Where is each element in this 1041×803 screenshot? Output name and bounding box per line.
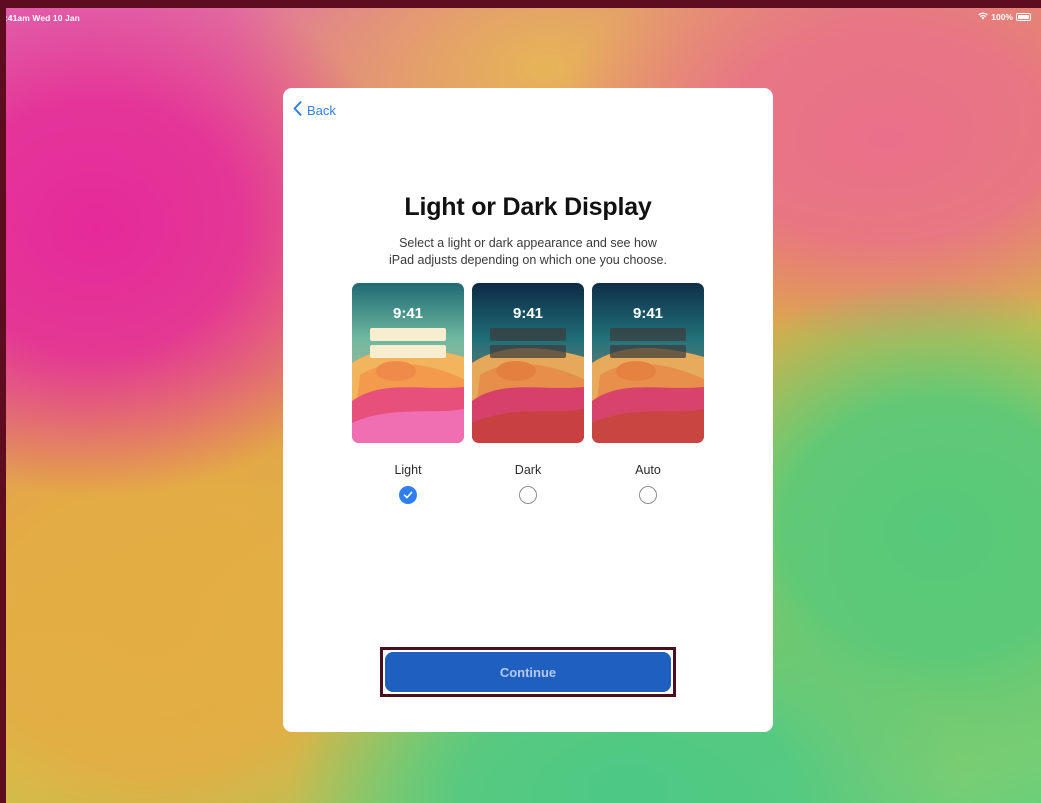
continue-button[interactable]: Continue (385, 652, 671, 692)
light-preview-widget (370, 328, 446, 341)
option-label-auto: Auto (635, 463, 661, 477)
option-label-light: Light (394, 463, 422, 477)
light-preview-image: 9:41 (352, 283, 464, 443)
page-title: Light or Dark Display (404, 193, 652, 221)
chevron-left-icon (293, 101, 302, 119)
radio-dark[interactable] (519, 486, 537, 504)
dark-preview-widget (490, 345, 566, 358)
subtitle-line-2: iPad adjusts depending on which one you … (389, 253, 667, 267)
wifi-icon (978, 12, 989, 22)
radio-light[interactable] (399, 486, 417, 504)
status-indicators: 100% (978, 12, 1031, 22)
radio-auto[interactable] (639, 486, 657, 504)
status-time: 2:41am Wed 10 Jan (6, 13, 80, 23)
page-subtitle: Select a light or dark appearance and se… (343, 235, 713, 269)
dark-preview-widget (490, 328, 566, 341)
light-preview-widget (370, 345, 446, 358)
option-auto[interactable]: 9:41 Auto (592, 283, 704, 504)
continue-highlight: Continue (380, 647, 676, 697)
light-preview-time: 9:41 (392, 305, 424, 322)
back-label: Back (307, 102, 336, 118)
back-button[interactable]: Back (293, 101, 336, 119)
status-bar: 2:41am Wed 10 Jan 100% (6, 8, 1041, 26)
option-dark[interactable]: 9:41 Dark (472, 283, 584, 504)
option-label-dark: Dark (514, 463, 542, 477)
battery-percent: 100% (991, 12, 1013, 22)
auto-preview-time: 9:41 (632, 305, 664, 322)
auto-preview-widget (610, 328, 686, 341)
setup-card: Back Light or Dark Display Select a ligh… (283, 88, 773, 732)
subtitle-line-1: Select a light or dark appearance and se… (399, 236, 657, 250)
dark-preview-image: 9:41 (472, 283, 584, 443)
auto-preview-widget (610, 345, 686, 358)
dark-preview-time: 9:41 (512, 305, 544, 322)
option-light[interactable]: 9:41 Light (352, 283, 464, 504)
auto-preview-image: 9:41 (592, 283, 704, 443)
battery-icon (1016, 13, 1031, 21)
ipad-screen: 2:41am Wed 10 Jan 100% Back Light or Dar… (6, 8, 1041, 803)
